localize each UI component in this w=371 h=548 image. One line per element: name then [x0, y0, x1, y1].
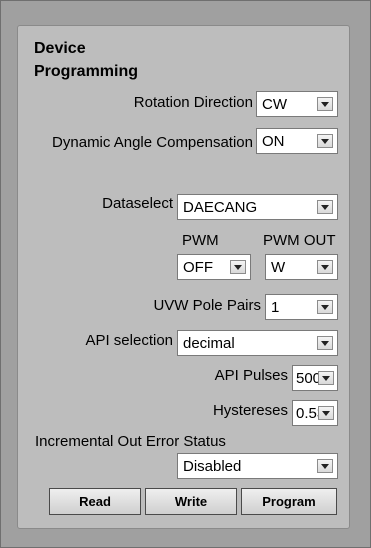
- rotation-direction-label: Rotation Direction: [133, 94, 253, 111]
- incremental-out-error-status-label: Incremental Out Error Status: [35, 433, 226, 450]
- chevron-down-icon[interactable]: [317, 134, 333, 148]
- api-selection-select[interactable]: decimal: [177, 330, 338, 356]
- chevron-down-icon[interactable]: [317, 260, 333, 274]
- incremental-out-error-status-value: Disabled: [183, 458, 242, 475]
- write-button[interactable]: Write: [145, 488, 237, 515]
- read-button[interactable]: Read: [49, 488, 141, 515]
- dataselect-select[interactable]: DAECANG: [177, 194, 338, 220]
- chevron-down-icon[interactable]: [318, 406, 334, 420]
- pwm-out-select[interactable]: W: [265, 254, 338, 280]
- chevron-down-icon[interactable]: [317, 300, 333, 314]
- panel-title-line2: Programming: [34, 63, 139, 80]
- api-pulses-select[interactable]: 500: [292, 365, 338, 391]
- api-selection-label: API selection: [85, 332, 173, 349]
- api-pulses-label: API Pulses: [214, 367, 288, 384]
- dynamic-angle-compensation-value: ON: [262, 133, 285, 150]
- uvw-pole-pairs-label: UVW Pole Pairs: [153, 297, 261, 314]
- pwm-out-value: W: [271, 259, 286, 276]
- uvw-pole-pairs-select[interactable]: 1: [265, 294, 338, 320]
- chevron-down-icon[interactable]: [317, 200, 333, 214]
- pwm-out-label: PWM OUT: [263, 232, 336, 249]
- dataselect-value: DAECANG: [183, 199, 258, 216]
- incremental-out-error-status-select[interactable]: Disabled: [177, 453, 338, 479]
- pwm-label: PWM: [182, 232, 219, 249]
- hystereses-label: Hystereses: [212, 402, 288, 419]
- pwm-value: OFF: [183, 259, 213, 276]
- device-programming-window: Device Programming Rotation Direction CW…: [0, 0, 371, 548]
- dynamic-angle-compensation-select[interactable]: ON: [256, 128, 338, 154]
- dynamic-angle-compensation-label: Dynamic Angle Compensation: [52, 134, 253, 151]
- api-selection-value: decimal: [183, 335, 235, 352]
- panel-title-line1: Device: [34, 40, 86, 57]
- hystereses-select[interactable]: 0.53: [292, 400, 338, 426]
- chevron-down-icon[interactable]: [317, 459, 333, 473]
- pwm-select[interactable]: OFF: [177, 254, 251, 280]
- chevron-down-icon[interactable]: [317, 336, 333, 350]
- rotation-direction-select[interactable]: CW: [256, 91, 338, 117]
- chevron-down-icon[interactable]: [318, 371, 334, 385]
- dataselect-label: Dataselect: [102, 195, 173, 212]
- uvw-pole-pairs-value: 1: [271, 299, 280, 316]
- chevron-down-icon[interactable]: [230, 260, 246, 274]
- rotation-direction-value: CW: [262, 96, 287, 113]
- program-button[interactable]: Program: [241, 488, 337, 515]
- chevron-down-icon[interactable]: [317, 97, 333, 111]
